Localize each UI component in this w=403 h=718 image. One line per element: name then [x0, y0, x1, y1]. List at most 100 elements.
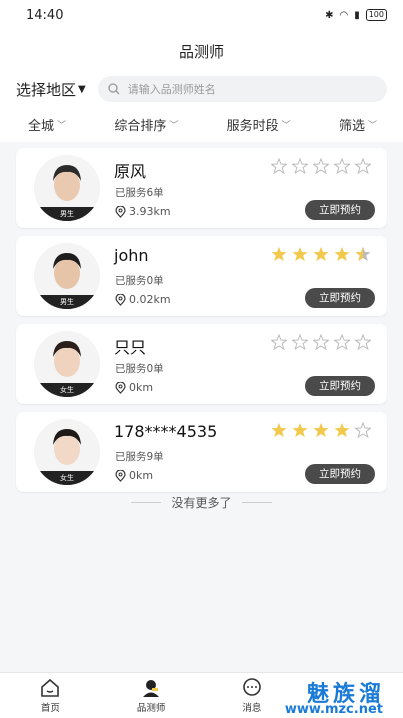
location-pin-icon — [115, 293, 126, 306]
tester-icon — [143, 679, 160, 697]
page-title: 品测师 — [178, 42, 224, 61]
served-count: 已服务9单 — [115, 451, 164, 463]
star-empty-icon — [355, 158, 371, 174]
distance: 3.93km — [115, 205, 171, 218]
tab-tester[interactable]: 品测师 — [111, 678, 191, 714]
location-pin-icon — [115, 205, 126, 218]
region-selector[interactable]: 选择地区 ▼ — [16, 79, 86, 100]
served-count: 已服务0单 — [115, 363, 164, 375]
filter-more-label: 筛选 — [338, 118, 365, 134]
star-empty-icon — [271, 158, 287, 174]
tester-card[interactable]: 女生 178****4535 已服务9单 0km 立即预约 — [16, 412, 387, 492]
star-filled-icon — [334, 247, 350, 261]
tab-home[interactable]: 首页 — [10, 678, 90, 714]
distance: 0km — [115, 381, 153, 394]
watermark-url: www.mzc.net — [284, 702, 383, 717]
gender-badge: 男生 — [34, 295, 100, 309]
star-empty-icon — [313, 158, 329, 174]
chevron-down-icon: ﹀ — [57, 120, 67, 131]
star-empty-icon — [292, 334, 308, 350]
chevron-down-icon: ﹀ — [281, 120, 291, 131]
filter-time-label: 服务时段 — [226, 118, 279, 134]
rating-stars — [271, 158, 371, 174]
signal-icon: ▮ — [354, 9, 360, 21]
filter-area-label: 全城 — [28, 118, 55, 134]
distance: 0.02km — [115, 293, 171, 306]
filter-sort[interactable]: 综合排序 ﹀ — [114, 115, 178, 134]
served-count: 已服务6单 — [115, 187, 164, 199]
avatar: 女生 — [34, 419, 100, 485]
tab-message-label: 消息 — [242, 702, 262, 714]
star-filled-icon — [271, 247, 287, 261]
star-empty-icon — [292, 158, 308, 174]
tab-home-label: 首页 — [40, 702, 60, 714]
avatar: 女生 — [34, 331, 100, 397]
divider-line — [131, 502, 162, 503]
book-now-button[interactable]: 立即预约 — [305, 288, 375, 308]
avatar: 男生 — [34, 155, 100, 221]
served-count: 已服务0单 — [115, 275, 164, 287]
star-empty-icon — [313, 334, 329, 350]
distance-value: 0.02km — [129, 293, 171, 306]
divider-line — [241, 502, 272, 503]
search-icon — [108, 83, 120, 95]
no-more-indicator: 没有更多了 — [0, 494, 403, 511]
star-filled-icon — [334, 423, 350, 437]
distance-value: 0km — [129, 469, 154, 482]
location-pin-icon — [115, 381, 126, 394]
rating-stars — [271, 422, 371, 438]
nav-bar: 品测师 — [0, 30, 403, 72]
home-icon — [41, 678, 60, 697]
rating-stars — [271, 334, 371, 350]
book-now-button[interactable]: 立即预约 — [305, 464, 375, 484]
location-pin-icon — [115, 469, 126, 482]
filter-more[interactable]: 筛选 ﹀ — [339, 115, 377, 134]
filter-sort-label: 综合排序 — [114, 118, 167, 134]
star-filled-icon — [313, 247, 329, 261]
tester-card[interactable]: 男生 原风 已服务6单 3.93km 立即预约 — [16, 148, 387, 228]
battery-icon: 100 — [365, 9, 387, 21]
wifi-icon: ◠ — [339, 9, 349, 21]
distance: 0km — [115, 469, 153, 482]
caret-down-icon: ▼ — [78, 83, 86, 95]
status-bar: 14:40 ✱ ◠ ▮ 100 — [0, 0, 403, 30]
tab-tester-label: 品测师 — [136, 702, 166, 714]
star-filled-icon — [292, 423, 308, 437]
no-more-text: 没有更多了 — [171, 496, 232, 510]
tab-message[interactable]: 消息 — [212, 677, 292, 714]
tester-name: 原风 — [114, 162, 147, 181]
gender-badge: 女生 — [34, 383, 100, 397]
chevron-down-icon: ﹀ — [169, 120, 179, 131]
star-empty-icon — [271, 334, 287, 350]
tester-card[interactable]: 女生 只只 已服务0单 0km 立即预约 — [16, 324, 387, 404]
message-icon — [243, 677, 261, 696]
tester-card[interactable]: 男生 john 已服务0单 0.02km 立即预约 — [16, 236, 387, 316]
star-empty-icon — [355, 422, 371, 438]
tester-name: 只只 — [114, 338, 147, 357]
status-time: 14:40 — [26, 7, 64, 23]
region-label: 选择地区 — [16, 80, 77, 99]
filter-time[interactable]: 服务时段 ﹀ — [227, 115, 291, 134]
gender-badge: 男生 — [34, 207, 100, 221]
gender-badge: 女生 — [34, 471, 100, 485]
filter-row: 全城 ﹀ 综合排序 ﹀ 服务时段 ﹀ 筛选 ﹀ — [0, 106, 403, 142]
distance-value: 3.93km — [129, 205, 171, 218]
book-now-button[interactable]: 立即预约 — [305, 376, 375, 396]
status-icons: ✱ ◠ ▮ 100 — [325, 9, 387, 21]
avatar: 男生 — [34, 243, 100, 309]
rating-stars — [271, 246, 371, 262]
star-filled-icon — [292, 247, 308, 261]
bluetooth-icon: ✱ — [325, 9, 334, 21]
star-filled-icon — [313, 423, 329, 437]
star-empty-icon — [355, 334, 371, 350]
book-now-button[interactable]: 立即预约 — [305, 200, 375, 220]
chevron-down-icon: ﹀ — [367, 120, 377, 131]
star-filled-icon — [271, 423, 287, 437]
distance-value: 0km — [129, 381, 154, 394]
tester-name: john — [114, 246, 149, 265]
tester-name: 178****4535 — [114, 422, 218, 441]
filter-area[interactable]: 全城 ﹀ — [28, 115, 66, 134]
star-half-icon — [355, 247, 371, 261]
search-placeholder: 请输入品测师姓名 — [127, 83, 216, 96]
search-input[interactable]: 请输入品测师姓名 — [97, 76, 387, 102]
